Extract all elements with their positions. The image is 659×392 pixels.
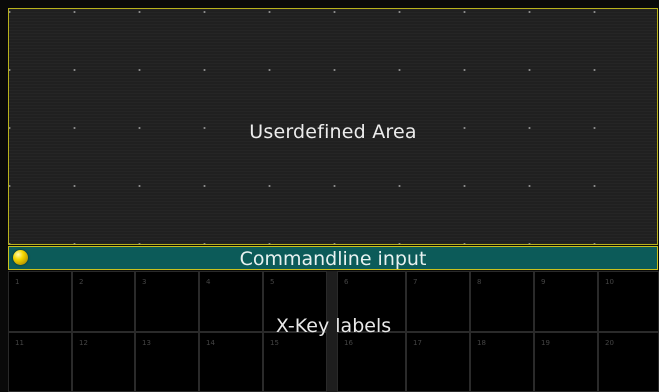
xkey-number: 14 bbox=[206, 339, 215, 347]
xkey-number: 6 bbox=[344, 278, 349, 286]
xkey-14[interactable]: 14 bbox=[199, 332, 263, 392]
xkey-number: 2 bbox=[79, 278, 84, 286]
xkey-10[interactable]: 10 bbox=[598, 271, 659, 332]
xkey-1[interactable]: 1 bbox=[8, 271, 72, 332]
xkey-16[interactable]: 16 bbox=[337, 332, 406, 392]
xkey-number: 12 bbox=[79, 339, 88, 347]
xkey-3[interactable]: 3 bbox=[135, 271, 199, 332]
xkey-20[interactable]: 20 bbox=[598, 332, 659, 392]
userdefined-area-label: Userdefined Area bbox=[249, 121, 417, 143]
xkey-number: 8 bbox=[477, 278, 482, 286]
xkey-5[interactable]: 5 bbox=[263, 271, 327, 332]
xkey-number: 10 bbox=[605, 278, 614, 286]
xkey-8[interactable]: 8 bbox=[470, 271, 534, 332]
xkey-4[interactable]: 4 bbox=[199, 271, 263, 332]
xkey-11[interactable]: 11 bbox=[8, 332, 72, 392]
xkey-gutter bbox=[327, 271, 337, 392]
xkey-13[interactable]: 13 bbox=[135, 332, 199, 392]
xkey-7[interactable]: 7 bbox=[406, 271, 470, 332]
xkey-number: 3 bbox=[142, 278, 147, 286]
xkey-number: 16 bbox=[344, 339, 353, 347]
xkey-number: 17 bbox=[413, 339, 422, 347]
commandline-input[interactable]: Commandline input bbox=[8, 246, 658, 270]
userdefined-area[interactable]: Userdefined Area bbox=[8, 8, 658, 245]
xkey-grid: 1 2 3 4 5 6 7 8 9 10 11 12 13 14 15 16 17 18 19 20 X-Key lab… bbox=[8, 271, 659, 392]
xkey-number: 13 bbox=[142, 339, 151, 347]
xkey-18[interactable]: 18 bbox=[470, 332, 534, 392]
commandline-label: Commandline input bbox=[239, 248, 427, 270]
xkey-number: 19 bbox=[541, 339, 550, 347]
xkey-number: 1 bbox=[15, 278, 20, 286]
screen: Userdefined Area Commandline input 12345… bbox=[0, 0, 659, 392]
xkey-number: 9 bbox=[541, 278, 546, 286]
xkey-2[interactable]: 2 bbox=[72, 271, 135, 332]
xkey-number: 20 bbox=[605, 339, 614, 347]
xkey-number: 11 bbox=[15, 339, 24, 347]
xkey-19[interactable]: 19 bbox=[534, 332, 598, 392]
xkey-6[interactable]: 6 bbox=[337, 271, 406, 332]
xkey-9[interactable]: 9 bbox=[534, 271, 598, 332]
xkey-12[interactable]: 12 bbox=[72, 332, 135, 392]
xkey-15[interactable]: 15 bbox=[263, 332, 327, 392]
xkey-number: 4 bbox=[206, 278, 211, 286]
xkey-number: 5 bbox=[270, 278, 275, 286]
xkey-number: 18 bbox=[477, 339, 486, 347]
xkey-number: 7 bbox=[413, 278, 418, 286]
xkey-number: 15 bbox=[270, 339, 279, 347]
xkey-17[interactable]: 17 bbox=[406, 332, 470, 392]
